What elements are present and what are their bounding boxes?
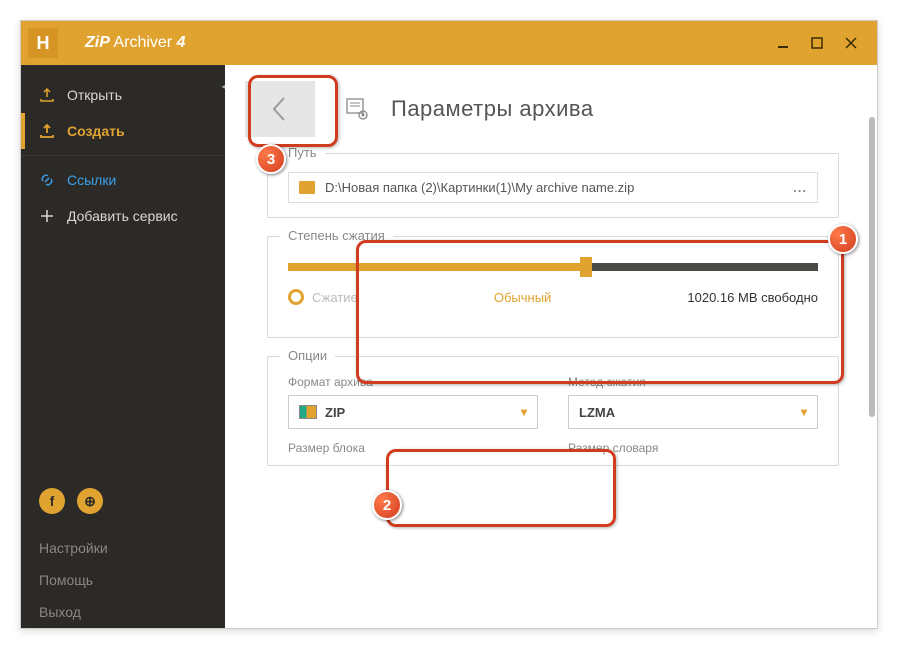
free-space-label: 1020.16 MB свободно [687, 290, 818, 305]
upload-icon [39, 87, 55, 103]
app-window: H ZiP Archiver 4 ◀ [20, 20, 878, 629]
format-select[interactable]: ZIP ▾ [288, 395, 538, 429]
page-header: Параметры архива [245, 81, 857, 137]
radio-icon [288, 289, 304, 305]
slider-thumb[interactable] [580, 257, 592, 277]
sidebar-label: Добавить сервис [67, 208, 178, 224]
block-label: Размер блока [288, 441, 538, 455]
options-legend: Опции [280, 348, 335, 363]
window-controls [769, 29, 865, 57]
sidebar: ◀ Открыть Создать [21, 65, 225, 628]
minimize-button[interactable] [769, 29, 797, 57]
sidebar-item-create[interactable]: Создать [21, 113, 225, 149]
path-fieldset: Путь D:\Новая папка (2)\Картинки(1)\My a… [267, 153, 839, 218]
link-icon [39, 172, 55, 188]
scrollbar[interactable] [869, 117, 875, 417]
upload-icon [39, 123, 55, 139]
dict-label: Размер словаря [568, 441, 818, 455]
options-fieldset: Опции Формат архива ZIP ▾ Размер блока М… [267, 356, 839, 466]
sidebar-item-exit[interactable]: Выход [21, 596, 225, 628]
settings-page-icon [343, 95, 371, 123]
sidebar-item-links[interactable]: Ссылки [21, 162, 225, 198]
compression-label: Сжатие [288, 289, 358, 305]
titlebar: H ZiP Archiver 4 [21, 21, 877, 65]
logo-icon: H [28, 28, 58, 58]
maximize-button[interactable] [803, 29, 831, 57]
path-value: D:\Новая папка (2)\Картинки(1)\My archiv… [325, 180, 783, 195]
compression-fieldset: Степень сжатия Сжатие Обычный 1020.16 MB… [267, 236, 839, 338]
plus-icon [39, 208, 55, 224]
sidebar-item-add-service[interactable]: Добавить сервис [21, 198, 225, 234]
sidebar-label: Открыть [67, 87, 122, 103]
browse-button[interactable]: ... [793, 180, 807, 195]
facebook-icon[interactable]: f [39, 488, 65, 514]
sidebar-item-open[interactable]: Открыть [21, 77, 225, 113]
path-input[interactable]: D:\Новая папка (2)\Картинки(1)\My archiv… [288, 172, 818, 203]
back-button[interactable] [245, 81, 315, 137]
format-label: Формат архива [288, 375, 538, 389]
path-legend: Путь [280, 145, 325, 160]
compression-legend: Степень сжатия [280, 228, 393, 243]
method-label: Метод сжатия [568, 375, 818, 389]
method-select[interactable]: LZMA ▾ [568, 395, 818, 429]
close-button[interactable] [837, 29, 865, 57]
chevron-down-icon: ▾ [801, 405, 807, 419]
sidebar-label: Ссылки [67, 172, 116, 188]
app-title: ZiP Archiver 4 [85, 34, 186, 52]
zip-icon [299, 405, 317, 419]
sidebar-item-settings[interactable]: Настройки [21, 532, 225, 564]
compression-mode: Обычный [494, 290, 551, 305]
chevron-down-icon: ▾ [521, 405, 527, 419]
web-icon[interactable]: ⊕ [77, 488, 103, 514]
page-title: Параметры архива [391, 96, 594, 122]
social-links: f ⊕ [21, 478, 225, 532]
sidebar-item-help[interactable]: Помощь [21, 564, 225, 596]
sidebar-label: Создать [67, 123, 125, 139]
folder-icon [299, 181, 315, 194]
compression-slider[interactable] [288, 263, 818, 271]
main-panel: Параметры архива Путь D:\Новая папка (2)… [225, 65, 877, 628]
logo-box: H [21, 21, 65, 65]
